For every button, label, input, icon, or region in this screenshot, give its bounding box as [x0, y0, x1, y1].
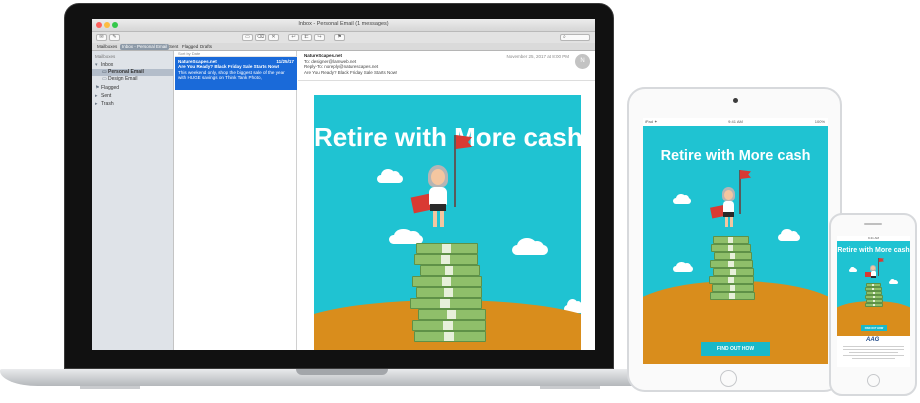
tablet-status-bar: iPad ✦ 9:41 AM 100% — [643, 118, 828, 125]
junk-icon[interactable]: ✕ — [268, 34, 279, 41]
brand-logo-icon: AAG — [866, 337, 880, 343]
superhero-woman-icon — [709, 170, 751, 238]
window-title: Inbox - Personal Email (1 messages) — [298, 21, 389, 27]
sidebar-item-flagged[interactable]: ⚑ Flagged — [92, 85, 174, 92]
sidebar-item-label: Sent — [101, 93, 112, 99]
cloud-icon — [778, 229, 800, 241]
money-stack-icon — [865, 283, 885, 313]
avatar: N — [575, 54, 590, 69]
find-out-how-button[interactable]: FIND OUT HOW — [701, 342, 770, 356]
banner-headline: Retire with More cash — [314, 122, 581, 152]
reply-all-icon[interactable]: ⇇ — [301, 34, 312, 41]
trash-icon[interactable]: ⌫ — [255, 34, 266, 41]
mail-toolbar: ✉ ✎ ▭ ⌫ ✕ ↩ ⇇ ↪ ⚑ ⌕ — [92, 32, 595, 43]
mailbox-sidebar: Mailboxes ▾ Inbox ▭Personal Email ▭Design… — [92, 51, 174, 350]
sidebar-item-label: Design Email — [108, 76, 138, 82]
cloud-icon — [673, 193, 691, 204]
cloud-icon — [673, 261, 693, 272]
email-banner[interactable]: Retire with More cash — [314, 95, 581, 350]
footer-text — [843, 346, 904, 361]
laptop-notch — [296, 369, 388, 375]
money-stack-icon — [406, 243, 506, 350]
message-list: Sort by Date NatureScapes.net 11/25/17 A… — [175, 51, 297, 350]
sidebar-item-label: Trash — [101, 101, 114, 107]
favorites-bar: Mailboxes Inbox - Personal Email Sent Fl… — [92, 43, 595, 51]
cloud-icon — [849, 266, 857, 272]
favorite-mailboxes[interactable]: Mailboxes — [95, 44, 119, 50]
camera-icon — [733, 98, 738, 103]
cloud-icon — [889, 278, 898, 284]
reply-icon[interactable]: ↩ — [288, 34, 299, 41]
search-input[interactable]: ⌕ — [560, 34, 590, 41]
message-date: 11/25/17 — [276, 59, 294, 64]
compose-icon[interactable]: ✎ — [109, 34, 120, 41]
message-header: NatureScapes.net To: designer@lamweb.net… — [298, 51, 595, 81]
favorite-drafts[interactable]: Drafts — [198, 44, 214, 50]
sidebar-item-trash[interactable]: ▸ Trash — [92, 101, 174, 108]
sidebar-heading: Mailboxes — [95, 54, 116, 59]
cloud-icon — [512, 238, 548, 255]
status-time: 9:41 AM — [728, 119, 743, 124]
header-datetime: November 25, 2017 at 8:00 PM — [506, 54, 569, 59]
sidebar-item-label: Personal Email — [108, 69, 144, 75]
email-banner[interactable]: Retire with More cash FIND OUT HOW — [837, 241, 910, 336]
status-battery: 100% — [814, 119, 825, 124]
message-preview: This weekend only, shop the biggest sale… — [178, 69, 285, 80]
message-viewer: NatureScapes.net To: designer@lamweb.net… — [298, 51, 595, 350]
email-banner[interactable]: Retire with More cash FIND OUT HOW — [643, 126, 828, 364]
banner-headline: Retire with More cash — [660, 148, 811, 164]
favorite-inbox[interactable]: Inbox - Personal Email — [120, 44, 170, 50]
speaker-icon — [864, 223, 882, 225]
sidebar-item-label: Inbox — [101, 62, 114, 68]
laptop-foot — [540, 386, 600, 389]
tablet-screen: iPad ✦ 9:41 AM 100% Retire with More cas… — [643, 118, 828, 364]
mail-titlebar: Inbox - Personal Email (1 messages) — [92, 19, 595, 32]
list-item[interactable]: NatureScapes.net 11/25/17 Are You Ready?… — [175, 57, 297, 90]
sidebar-item-inbox[interactable]: ▾ Inbox — [92, 62, 174, 69]
archive-icon[interactable]: ▭ — [242, 34, 253, 41]
header-subject: Are You Ready? Black Friday Sale Starts … — [304, 69, 398, 75]
sidebar-item-personal-email[interactable]: ▭Personal Email — [92, 69, 174, 76]
sidebar-item-label: Flagged — [101, 85, 120, 91]
flag-icon[interactable]: ⚑ — [334, 34, 345, 41]
forward-icon[interactable]: ↪ — [314, 34, 325, 41]
message-subject: Are You Ready? Black Friday Sale Starts … — [178, 64, 280, 70]
home-button[interactable] — [867, 374, 880, 387]
sidebar-item-design-email[interactable]: ▭Design Email — [92, 76, 174, 83]
phone-screen: 9:41 AM Retire with More cash FIND OUT H… — [837, 236, 910, 367]
cloud-icon — [377, 169, 403, 183]
home-button[interactable] — [720, 370, 737, 387]
money-stack-icon — [709, 236, 769, 311]
sidebar-item-sent[interactable]: ▸ Sent — [92, 93, 174, 100]
get-mail-icon[interactable]: ✉ — [96, 34, 107, 41]
superhero-woman-icon — [865, 258, 884, 285]
superhero-woman-icon — [407, 135, 472, 245]
find-out-how-button[interactable]: FIND OUT HOW — [861, 325, 887, 331]
banner-headline: Retire with More cash — [837, 247, 910, 254]
laptop-screen: Inbox - Personal Email (1 messages) ✉ ✎ … — [92, 19, 595, 350]
favorite-sent[interactable]: Sent — [167, 44, 180, 50]
laptop-foot — [80, 386, 140, 389]
